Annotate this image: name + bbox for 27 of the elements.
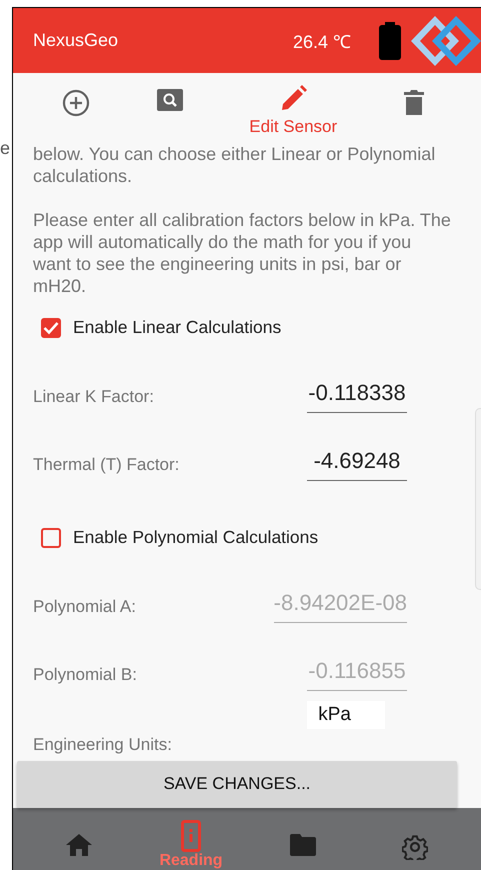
instruction-text: below. You can choose either Linear or Polynomial calculations. [33, 142, 436, 187]
field-label: Engineering Units: [33, 734, 172, 756]
field-label: Thermal (T) Factor: [33, 454, 180, 476]
checkbox-label: Enable Polynomial Calculations [73, 527, 318, 548]
edit-tool[interactable]: Edit Sensor [249, 73, 338, 138]
field-label: Linear K Factor: [33, 386, 154, 408]
settings-icon [402, 834, 428, 860]
temperature-reading: 26.4 ℃ [292, 30, 351, 53]
instruction-text: Please enter all calibration factors below in kPa. The app will automatically do the math for you if you want to see the engineering units in psi, bar or mH20. [33, 208, 451, 297]
checkbox-label: Enable Linear Calculations [73, 317, 282, 338]
add-icon [62, 89, 90, 118]
input-field[interactable]: -0.118338 [307, 380, 407, 413]
folder-icon [290, 834, 316, 856]
home-icon [66, 834, 92, 856]
phone-info-icon [181, 820, 201, 852]
input-field[interactable]: -4.69248 [307, 448, 407, 481]
units-dropdown[interactable]: kPa [307, 700, 385, 729]
app-title: NexusGeo [33, 30, 118, 52]
checkbox[interactable] [41, 528, 61, 548]
stray-letter: e [0, 138, 12, 159]
checkbox[interactable] [41, 318, 61, 338]
save-button[interactable]: SAVE CHANGES... [17, 760, 457, 808]
field-label: Polynomial B: [33, 664, 137, 686]
battery-icon [379, 22, 401, 60]
field-label: Polynomial A: [33, 596, 136, 618]
search-icon [156, 89, 183, 112]
trash-icon [404, 89, 424, 116]
